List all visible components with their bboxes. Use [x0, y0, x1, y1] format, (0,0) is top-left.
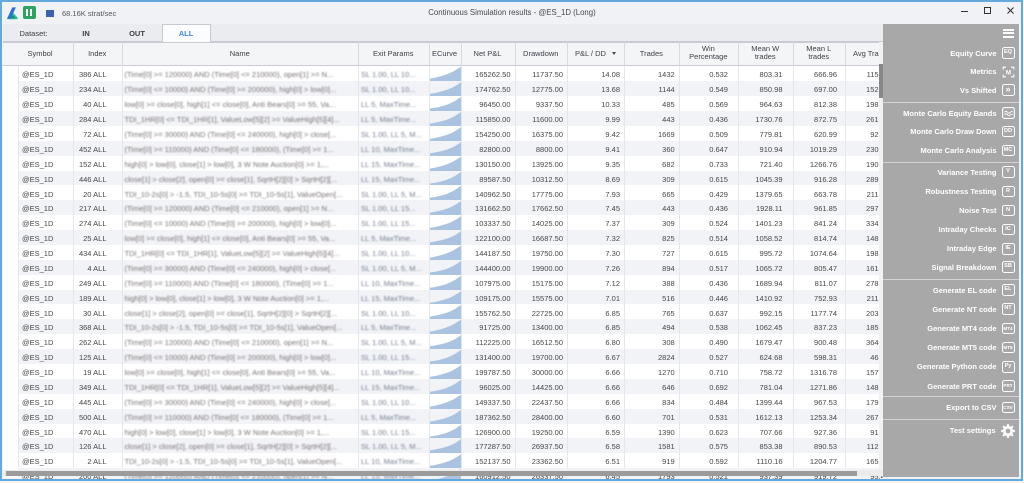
- svg-text:M: M: [1006, 70, 1011, 76]
